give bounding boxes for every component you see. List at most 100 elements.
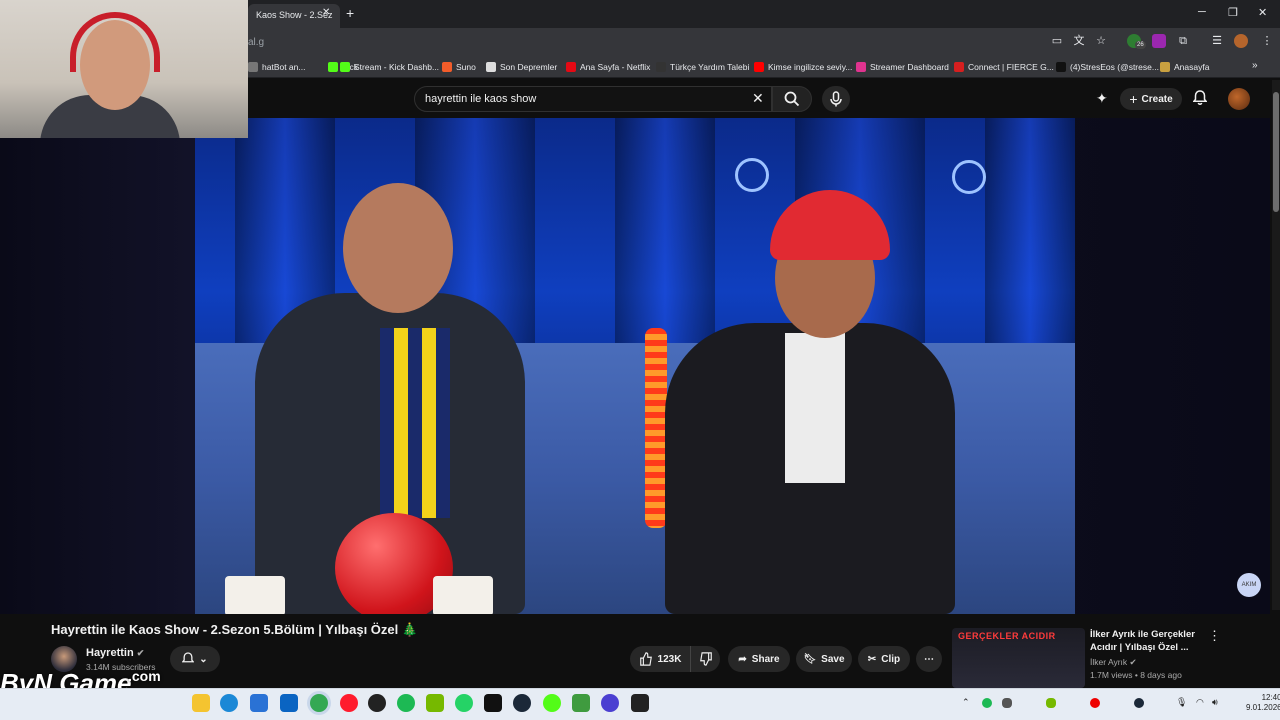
save-label: Save [821, 653, 845, 665]
volume-icon[interactable]: 🔊︎ [1212, 697, 1218, 708]
notifications-bell-icon[interactable] [1192, 90, 1208, 109]
nvidia-icon[interactable] [426, 694, 444, 712]
puzzle-icon[interactable]: ⧉ [1176, 34, 1190, 48]
bookmark-label: (4)StresEos (@strese... [1070, 62, 1159, 72]
close-window-icon[interactable]: ✕ [1258, 6, 1267, 19]
like-button[interactable]: 123K [630, 646, 690, 672]
address-bar[interactable]: al.g [248, 37, 264, 48]
tray-spotify-icon[interactable] [982, 698, 992, 708]
bookmark-item[interactable]: Streamer Dashboard [856, 60, 949, 74]
steam-icon[interactable] [513, 694, 531, 712]
channel-name[interactable]: Hayrettin ✔ [86, 647, 144, 659]
like-count: 123K [657, 653, 682, 665]
share-icon: ➦ [738, 653, 747, 665]
wifi-icon[interactable]: ◠ [1196, 697, 1204, 708]
clip-button[interactable]: ✂ Clip [858, 646, 910, 672]
channel-watermark[interactable]: AKIM [1237, 573, 1261, 597]
bookmarks-overflow-icon[interactable]: » [1252, 60, 1258, 71]
profile-avatar[interactable] [1234, 34, 1248, 48]
bookmark-label: Anasayfa [1174, 62, 1210, 72]
obs-icon[interactable] [368, 694, 386, 712]
plus-icon: + [1129, 91, 1138, 107]
tray-app-icon[interactable] [1002, 698, 1012, 708]
tray-steam-icon[interactable] [1134, 698, 1144, 708]
bookmark-favicon-icon [486, 62, 496, 72]
bookmark-favicon-icon [656, 62, 666, 72]
bookmark-item[interactable]: Kimse ingilizce seviy... [754, 60, 852, 74]
scrollbar-thumb[interactable] [1273, 92, 1279, 212]
recommended-video-title[interactable]: İlker Ayrık ile Gerçekler Acıdır | Yılba… [1090, 628, 1210, 654]
epic-games-icon[interactable] [631, 694, 649, 712]
bookmark-item[interactable]: Ana Sayfa - Netflix [566, 60, 650, 74]
bookmark-item[interactable]: Son Depremler [486, 60, 557, 74]
bookmark-item[interactable]: Connect | FIERCE G... [954, 60, 1054, 74]
tray-mic-icon[interactable]: 🎙︎ [1176, 697, 1187, 708]
subscribed-bell-button[interactable]: ⌄ [170, 646, 220, 672]
recommended-channel[interactable]: İlker Ayrık ✔ [1090, 657, 1137, 668]
tab-close-icon[interactable]: ✕ [322, 7, 330, 18]
bookmark-item[interactable]: hatBot an... [248, 60, 305, 74]
bookmark-star-icon[interactable]: ☆ [1094, 34, 1108, 48]
menu-dots-icon[interactable]: ⋮ [1260, 34, 1274, 48]
clock-time: 12:40 [1261, 693, 1280, 702]
minimize-icon[interactable]: ─ [1198, 6, 1206, 18]
new-tab-icon[interactable]: + [346, 5, 354, 21]
file-explorer-icon[interactable] [192, 694, 210, 712]
share-label: Share [751, 653, 780, 665]
tray-record-icon[interactable] [1090, 698, 1100, 708]
host-head [343, 183, 453, 313]
tab-search-icon[interactable]: ☰ [1210, 34, 1224, 48]
opera-icon[interactable] [340, 694, 358, 712]
cast-tv-icon[interactable]: ✦ [1096, 90, 1108, 107]
translate-icon[interactable]: 文 [1072, 34, 1086, 48]
edge-icon[interactable] [220, 694, 238, 712]
mug [225, 576, 285, 614]
cast-icon[interactable]: ▭ [1050, 34, 1064, 48]
create-button[interactable]: + Create [1120, 88, 1182, 110]
spotify-icon[interactable] [397, 694, 415, 712]
mail-icon[interactable] [280, 694, 298, 712]
dislike-button[interactable] [690, 646, 720, 672]
store-icon[interactable] [250, 694, 268, 712]
minecraft-icon[interactable] [572, 694, 590, 712]
tray-chevron-icon[interactable]: ⌃ [962, 697, 970, 708]
bookmark-favicon-icon [340, 62, 350, 72]
kick-app-icon[interactable] [543, 694, 561, 712]
thumbs-down-icon [699, 652, 712, 666]
share-button[interactable]: ➦ Share [728, 646, 790, 672]
video-player[interactable] [195, 118, 1075, 614]
bookmark-label: Connect | FIERCE G... [968, 62, 1054, 72]
bookmark-item[interactable]: Anasayfa [1160, 60, 1209, 74]
bookmark-favicon-icon [248, 62, 258, 72]
bookmark-label: hatBot an... [262, 62, 306, 72]
tray-nvidia-icon[interactable] [1046, 698, 1056, 708]
app-icon[interactable] [601, 694, 619, 712]
save-button[interactable]: 🔖︎ Save [796, 646, 852, 672]
bookmark-item[interactable]: Türkçe Yardım Talebi [656, 60, 749, 74]
jersey [380, 328, 450, 518]
bookmark-item[interactable]: Suno [442, 60, 476, 74]
extension-2-icon[interactable] [1152, 34, 1166, 48]
bookmark-favicon-icon [442, 62, 452, 72]
restore-icon[interactable]: ❐ [1228, 6, 1238, 19]
extension-icon[interactable]: 26 [1127, 34, 1146, 49]
bookmark-label: Ana Sayfa - Netflix [580, 62, 651, 72]
verified-icon: ✔ [1129, 657, 1137, 667]
terminal-icon[interactable] [484, 694, 502, 712]
search-button[interactable] [772, 86, 812, 112]
thumbnail-text: GERÇEKLER ACIDIR [958, 631, 1056, 641]
account-avatar[interactable] [1228, 88, 1250, 110]
bookmark-item[interactable]: Stream - Kick Dashb... [340, 60, 439, 74]
bookmark-item[interactable]: (4)StresEos (@strese... [1056, 60, 1159, 74]
recommended-menu-icon[interactable]: ⋮ [1208, 628, 1221, 644]
bookmark-favicon-icon [1056, 62, 1066, 72]
whatsapp-icon[interactable] [455, 694, 473, 712]
recommended-video-thumbnail[interactable]: GERÇEKLER ACIDIR [952, 628, 1085, 688]
search-clear-icon[interactable]: ✕ [752, 90, 764, 107]
bookmark-label: Son Depremler [500, 62, 558, 72]
taskbar-clock[interactable]: 12:40 9.01.2026 [1246, 693, 1280, 713]
search-input[interactable]: hayrettin ile kaos show [414, 86, 772, 112]
voice-search-button[interactable] [822, 86, 850, 112]
chrome-icon[interactable] [310, 694, 328, 712]
more-actions-button[interactable]: ⋯ [916, 646, 942, 672]
